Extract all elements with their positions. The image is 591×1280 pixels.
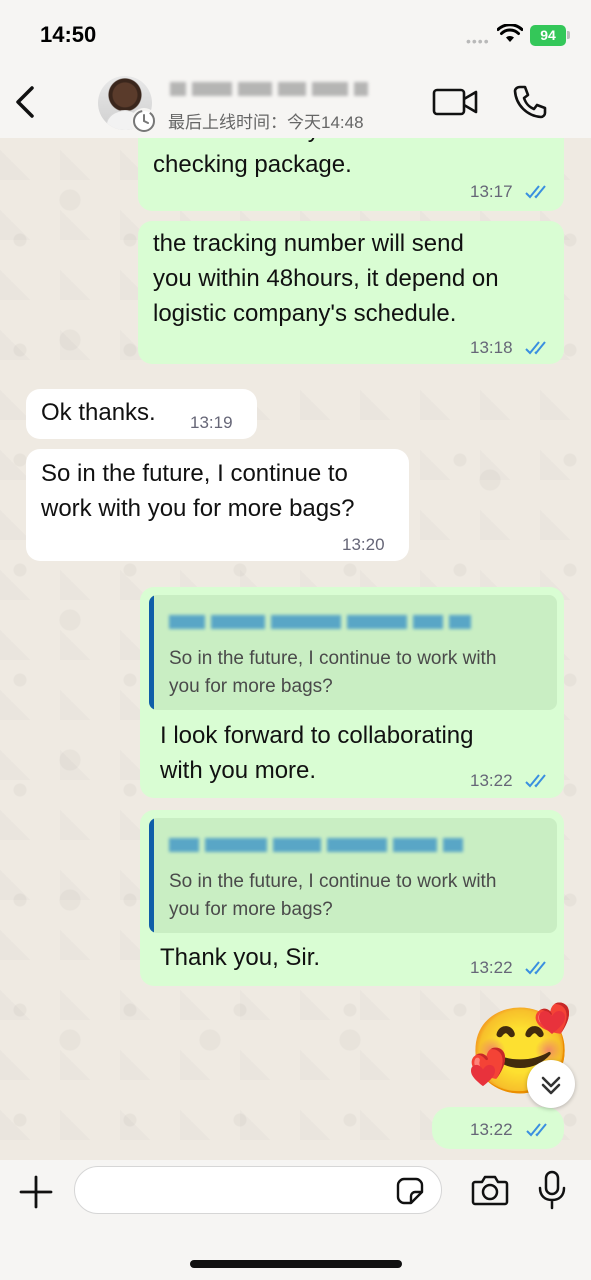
message-line: logistic company's schedule.	[153, 300, 457, 327]
message-line: you within 48hours, it depend on	[153, 265, 499, 292]
battery-cap	[567, 31, 570, 39]
message-time: 13:22	[470, 1120, 513, 1139]
wifi-icon	[497, 24, 523, 42]
message-time: 13:19	[190, 413, 233, 432]
video-call-icon[interactable]	[432, 87, 478, 117]
message-line: with you more.	[160, 757, 317, 784]
contact-name-redacted[interactable]	[170, 80, 380, 102]
status-bar: 14:50 •••• 94	[0, 0, 591, 70]
quoted-message[interactable]: So in the future, I continue to work wit…	[149, 595, 557, 710]
read-receipt-icon	[525, 185, 546, 199]
heart-icon	[471, 1064, 495, 1087]
quoted-text-line: So in the future, I continue to work wit…	[169, 648, 497, 669]
message-list[interactable]: have to waste your time on checking pack…	[0, 138, 591, 1160]
message-line: Thank you, Sir.	[160, 944, 321, 971]
read-receipt-icon	[526, 1123, 547, 1137]
camera-icon[interactable]	[471, 1174, 509, 1206]
last-seen-status: 最后上线时间：今天14:48	[168, 113, 364, 132]
outgoing-reply-message[interactable]: So in the future, I continue to work wit…	[140, 587, 564, 798]
home-indicator[interactable]	[190, 1260, 402, 1268]
message-time: 13:18	[470, 338, 513, 357]
scroll-to-bottom-button[interactable]	[527, 1060, 575, 1108]
chat-header: 最后上线时间：今天14:48	[0, 70, 591, 138]
message-time: 13:20	[342, 535, 385, 554]
quoted-message[interactable]: So in the future, I continue to work wit…	[149, 818, 557, 933]
disappearing-timer-icon	[131, 108, 157, 134]
message-line: the tracking number will send	[153, 230, 464, 257]
back-icon[interactable]	[10, 82, 40, 122]
chevron-down-icon	[541, 1076, 561, 1095]
mic-icon[interactable]	[537, 1170, 567, 1210]
read-receipt-icon	[525, 774, 546, 788]
heart-icon	[539, 1011, 565, 1034]
quoted-text-line: you for more bags?	[169, 676, 333, 697]
outgoing-reply-message[interactable]: So in the future, I continue to work wit…	[140, 810, 564, 986]
message-time: 13:17	[470, 182, 513, 201]
message-time: 13:22	[470, 771, 513, 790]
status-time: 14:50	[40, 22, 97, 47]
outgoing-message[interactable]: have to waste your time on checking pack…	[138, 138, 564, 211]
message-line: I look forward to collaborating	[160, 722, 474, 749]
sticker-icon[interactable]	[396, 1177, 424, 1205]
battery-level: 94	[530, 25, 566, 46]
quoted-sender-redacted	[169, 613, 499, 635]
message-line: have to waste your time on	[153, 138, 440, 147]
message-input[interactable]	[74, 1166, 442, 1214]
incoming-message[interactable]: So in the future, I continue to work wit…	[26, 449, 409, 561]
message-line: checking package.	[153, 151, 352, 178]
message-line: Ok thanks.	[41, 399, 156, 426]
emoji-time-pill: 13:22	[432, 1107, 564, 1149]
message-time: 13:22	[470, 958, 513, 977]
message-line: work with you for more bags?	[41, 495, 355, 522]
quoted-sender-redacted	[169, 836, 499, 858]
phone-icon[interactable]	[512, 84, 548, 120]
outgoing-message[interactable]: the tracking number will send you within…	[138, 221, 564, 364]
cellular-signal-icon: ••••	[466, 33, 490, 49]
quoted-text-line: So in the future, I continue to work wit…	[169, 871, 497, 892]
quoted-text-line: you for more bags?	[169, 899, 333, 920]
composer-bar	[0, 1160, 591, 1280]
plus-icon[interactable]	[18, 1174, 54, 1210]
incoming-message[interactable]: Ok thanks. 13:19	[26, 389, 257, 439]
read-receipt-icon	[525, 961, 546, 975]
quote-accent-bar	[149, 818, 154, 933]
read-receipt-icon	[525, 341, 546, 355]
quote-accent-bar	[149, 595, 154, 710]
message-line: So in the future, I continue to	[41, 460, 348, 487]
